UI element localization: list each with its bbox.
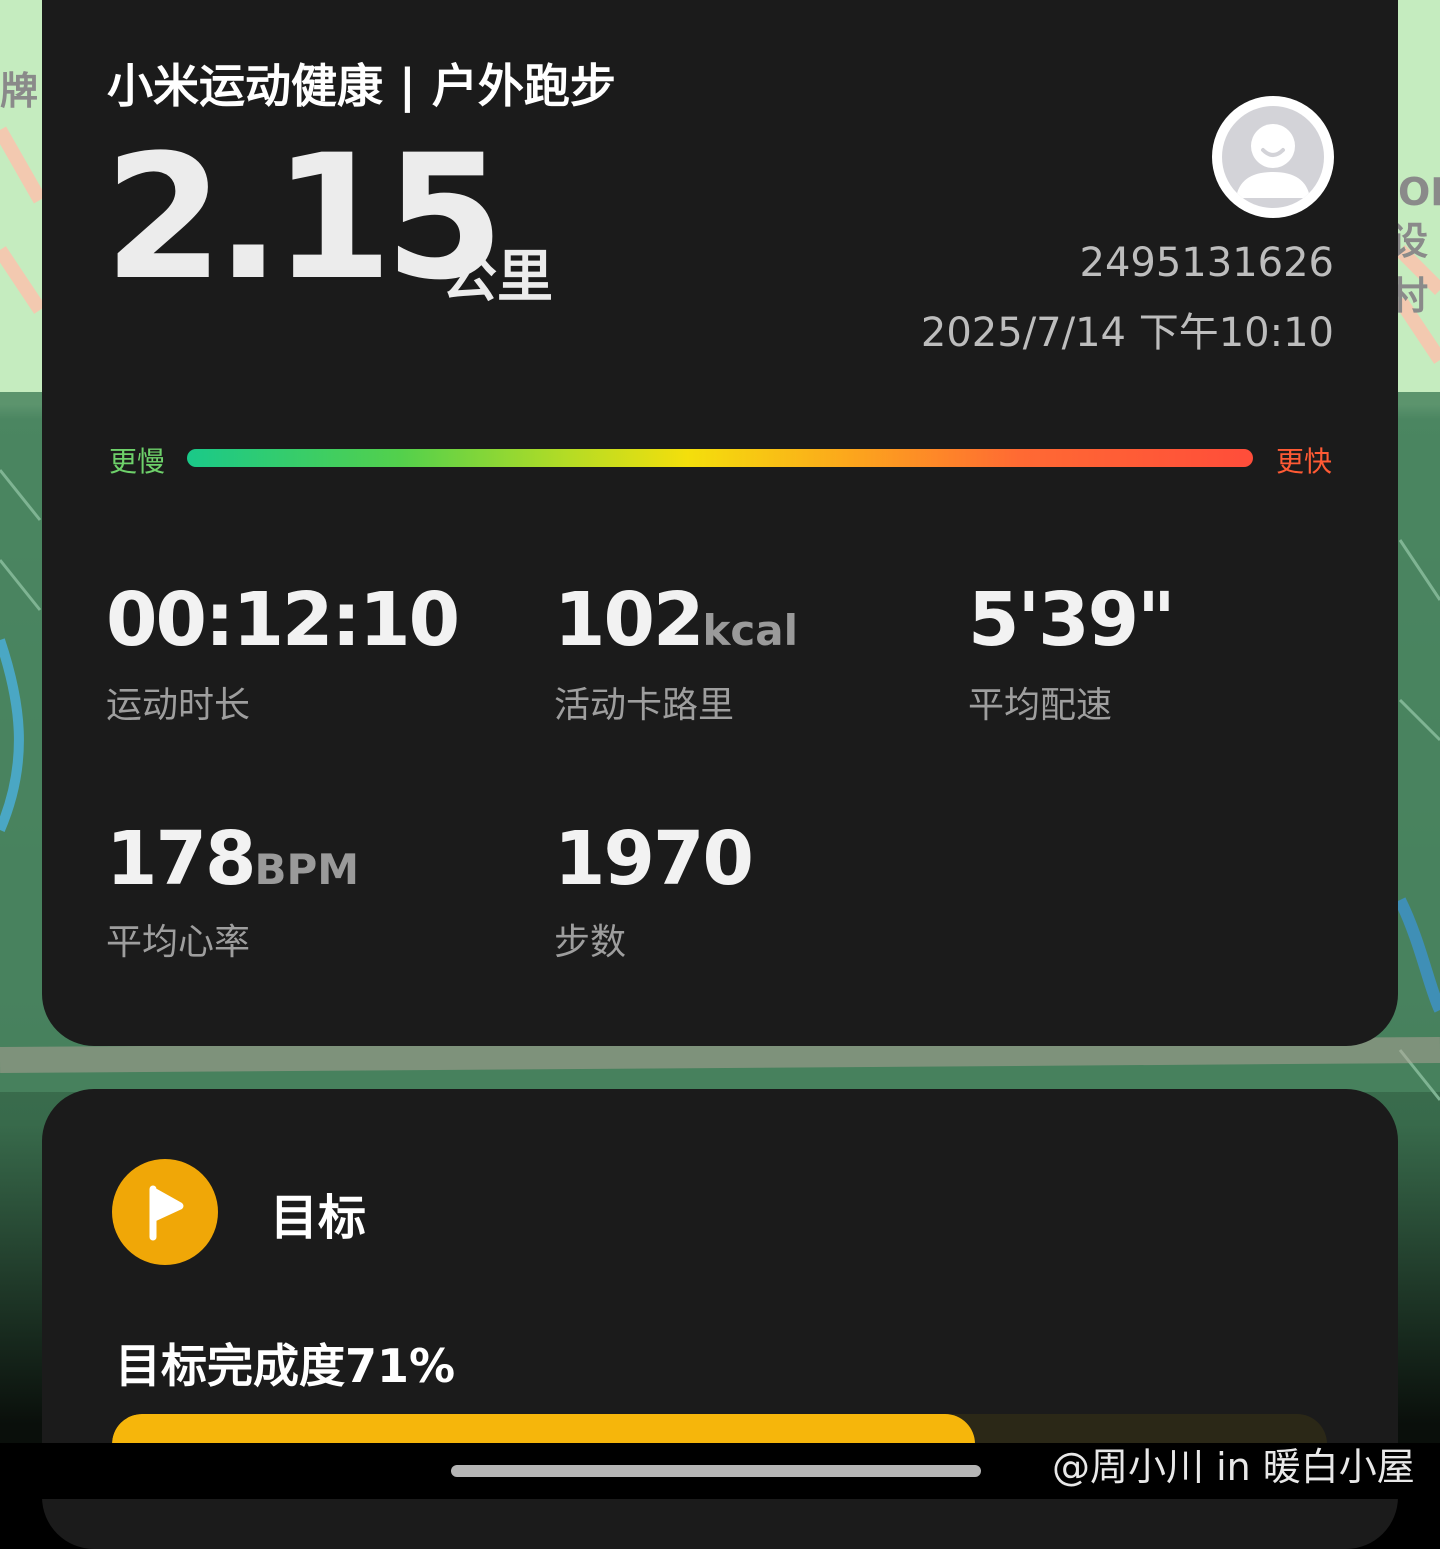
watermark: @周小川 in 暖白小屋 [1052, 1445, 1415, 1489]
steps-label: 步数 [554, 922, 627, 963]
pace-gradient-bar [187, 449, 1253, 467]
pace-fast-label: 更快 [1276, 445, 1333, 478]
heart-rate-value: 178BPM [106, 822, 359, 896]
steps-value: 1970 [554, 822, 754, 896]
distance-value: 2.15 [104, 117, 504, 318]
heart-rate-label: 平均心率 [106, 922, 251, 963]
duration-value: 00:12:10 [106, 583, 460, 657]
pace-label: 平均配速 [968, 685, 1113, 726]
heart-rate-unit: BPM [254, 845, 360, 894]
map-label: OPI [1398, 170, 1440, 214]
map-label: 牌 [0, 69, 39, 113]
home-indicator[interactable] [451, 1465, 981, 1477]
goal-progress-text: 目标完成度71% [115, 1339, 456, 1393]
distance-unit: 公里 [441, 245, 553, 310]
pace-number: 5'39" [968, 577, 1176, 663]
default-avatar-icon [1222, 106, 1324, 208]
calories-label: 活动卡路里 [554, 685, 735, 726]
workout-datetime: 2025/7/14 下午10:10 [920, 310, 1334, 356]
pace-value: 5'39" [968, 583, 1176, 657]
calories-number: 102 [554, 577, 704, 663]
duration-label: 运动时长 [106, 685, 251, 726]
calories-value: 102kcal [554, 583, 798, 657]
avatar[interactable] [1212, 96, 1334, 218]
steps-number: 1970 [554, 816, 754, 902]
pace-slow-label: 更慢 [109, 445, 166, 478]
calories-unit: kcal [702, 606, 799, 655]
heart-rate-number: 178 [106, 816, 256, 902]
user-id: 2495131626 [1079, 240, 1335, 286]
app-title: 小米运动健康 | 户外跑步 [107, 59, 616, 113]
duration-number: 00:12:10 [106, 577, 460, 663]
flag-icon [112, 1159, 218, 1265]
goal-title: 目标 [270, 1190, 367, 1246]
